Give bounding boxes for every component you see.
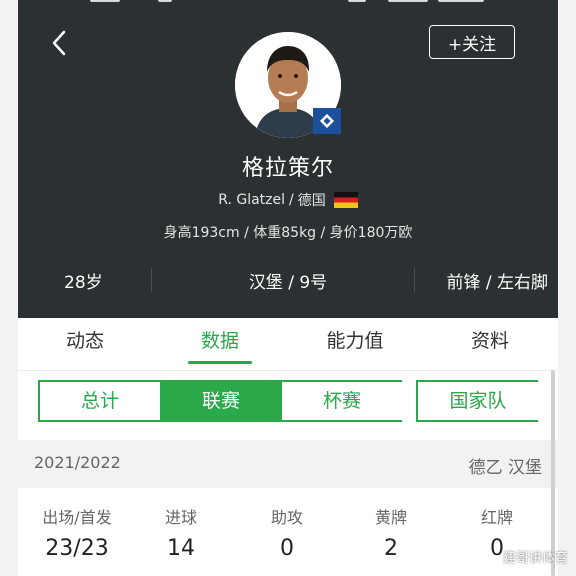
filter-gap bbox=[402, 380, 416, 422]
player-english-name: R. Glatzel bbox=[218, 192, 286, 208]
stat-value: 14 bbox=[167, 536, 195, 561]
germany-flag-icon bbox=[333, 192, 358, 208]
watermark: 建哥讲体育 bbox=[502, 551, 568, 566]
tab-label: 资料 bbox=[470, 330, 509, 352]
filter-total[interactable]: 总计 bbox=[40, 382, 160, 420]
player-nationality: 德国 bbox=[297, 193, 326, 209]
player-name: 格拉策尔 bbox=[241, 156, 334, 181]
active-tab-indicator bbox=[188, 361, 252, 364]
player-subtitle: R. Glatzel / 德国 bbox=[18, 190, 558, 210]
stat-goals: 进球 14 bbox=[128, 504, 234, 561]
follow-button-label: +关注 bbox=[447, 34, 497, 55]
stats-row: 出场/首发 23/23 进球 14 助攻 0 黄牌 2 红牌 0 bbox=[18, 504, 558, 576]
stat-label: 黄牌 bbox=[374, 508, 407, 527]
player-age: 28岁 bbox=[64, 273, 103, 293]
stat-label: 助攻 bbox=[270, 508, 303, 527]
stat-value: 23/23 bbox=[45, 536, 109, 561]
season-label: 2021/2022 bbox=[34, 453, 121, 472]
filter-league[interactable]: 联赛 bbox=[160, 382, 282, 420]
stat-yellow-cards: 黄牌 2 bbox=[338, 504, 444, 561]
filter-label: 总计 bbox=[80, 390, 119, 412]
follow-button[interactable]: +关注 bbox=[429, 25, 515, 59]
player-position: 前锋 / 左右脚 bbox=[446, 273, 548, 293]
filter-label: 杯赛 bbox=[322, 390, 361, 412]
stat-appearances: 出场/首发 23/23 bbox=[24, 504, 130, 561]
player-club-number[interactable]: 汉堡 / 9号 bbox=[218, 268, 358, 293]
tab-label: 数据 bbox=[200, 330, 239, 352]
season-bar[interactable]: 2021/2022 德乙 汉堡 bbox=[18, 440, 558, 488]
filter-national-team[interactable]: 国家队 bbox=[416, 382, 538, 420]
stat-label: 进球 bbox=[164, 508, 197, 527]
filter-cup[interactable]: 杯赛 bbox=[282, 382, 404, 420]
player-header: +关注 格拉策尔 R. Glatzel / 德国 身高193cm / 体重85k… bbox=[18, 0, 558, 318]
tab-data[interactable]: 数据 bbox=[152, 318, 288, 370]
profile-tabs: 动态 数据 能力值 资料 bbox=[18, 318, 558, 371]
stat-value: 2 bbox=[384, 536, 398, 561]
tab-ability[interactable]: 能力值 bbox=[288, 318, 422, 370]
tab-label: 能力值 bbox=[326, 330, 384, 352]
left-frame bbox=[0, 0, 18, 576]
stat-assists: 助攻 0 bbox=[234, 504, 340, 561]
divider bbox=[151, 268, 152, 292]
right-frame bbox=[558, 0, 576, 576]
competition-filter: 总计 联赛 杯赛 国家队 bbox=[38, 380, 538, 422]
stat-value: 0 bbox=[280, 536, 294, 561]
player-profile-screen: +关注 格拉策尔 R. Glatzel / 德国 身高193cm / 体重85k… bbox=[18, 0, 558, 576]
back-button[interactable] bbox=[42, 26, 76, 60]
player-physical-info: 身高193cm / 体重85kg / 身价180万欧 bbox=[163, 225, 413, 241]
stat-label: 红牌 bbox=[480, 508, 513, 527]
scrollbar[interactable] bbox=[551, 370, 555, 576]
status-bar bbox=[18, 0, 558, 6]
divider bbox=[414, 268, 415, 292]
tab-profile-info[interactable]: 资料 bbox=[422, 318, 558, 370]
filter-label: 联赛 bbox=[201, 390, 240, 412]
player-info-row: 28岁 汉堡 / 9号 前锋 / 左右脚 bbox=[18, 264, 558, 298]
season-league: 德乙 汉堡 bbox=[468, 458, 542, 478]
stat-label: 出场/首发 bbox=[42, 508, 112, 527]
tab-label: 动态 bbox=[65, 330, 104, 352]
subtitle-separator: / bbox=[289, 192, 294, 208]
chevron-left-icon bbox=[52, 30, 66, 56]
tab-dynamics[interactable]: 动态 bbox=[18, 318, 152, 370]
hamburg-badge-icon bbox=[313, 108, 341, 134]
filter-label: 国家队 bbox=[449, 390, 507, 412]
